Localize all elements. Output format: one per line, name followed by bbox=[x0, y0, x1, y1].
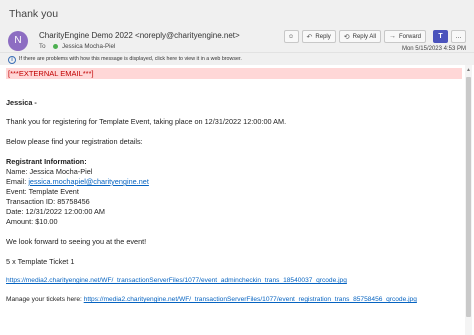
forward-button[interactable]: → Forward bbox=[383, 30, 426, 43]
window-title: Thank you bbox=[9, 8, 59, 20]
amount-line: Amount: $10.00 bbox=[6, 217, 58, 226]
presence-icon bbox=[53, 43, 59, 49]
info-bar[interactable]: i If there are problems with how this me… bbox=[0, 52, 474, 65]
transaction-line: Transaction ID: 85758456 bbox=[6, 197, 90, 206]
external-email-banner: [***EXTERNAL EMAIL***] bbox=[6, 68, 462, 79]
sender-avatar[interactable]: N bbox=[8, 31, 28, 51]
reply-label: Reply bbox=[315, 33, 331, 40]
registrant-email-link[interactable]: jessica.mochapiel@charityengine.net bbox=[28, 177, 149, 186]
checkin-qr-link[interactable]: https://media2.charityengine.net/WF/_tra… bbox=[6, 277, 347, 284]
scrollbar-thumb[interactable] bbox=[466, 77, 471, 317]
ticket-line: 5 x Template Ticket 1 bbox=[6, 257, 75, 266]
reply-all-icon: ⟲ bbox=[343, 33, 350, 41]
manage-tickets-link[interactable]: https://media2.charityengine.net/WF/_tra… bbox=[84, 296, 417, 303]
reply-all-label: Reply All bbox=[352, 33, 376, 40]
recipient-name[interactable]: Jessica Mocha-Piel bbox=[62, 43, 115, 50]
recipient-row: To Jessica Mocha-Piel bbox=[39, 43, 115, 50]
closing-text: We look forward to seeing you at the eve… bbox=[6, 237, 147, 246]
reply-all-button[interactable]: ⟲ Reply All bbox=[338, 30, 381, 43]
reply-icon: ↶ bbox=[306, 33, 313, 41]
title-bar: Thank you bbox=[0, 0, 474, 26]
emoji-button[interactable]: ☺ bbox=[283, 30, 299, 43]
details-intro: Below please find your registration deta… bbox=[6, 137, 143, 146]
manage-tickets-row: Manage your tickets here: https://media2… bbox=[6, 296, 417, 303]
forward-label: Forward bbox=[398, 33, 421, 40]
registrant-heading: Registrant Information: bbox=[6, 157, 87, 166]
teams-icon[interactable]: T bbox=[433, 30, 448, 43]
more-actions-button[interactable]: ... bbox=[451, 30, 466, 43]
checkin-link[interactable]: https://media2.charityengine.net/WF/_tra… bbox=[6, 277, 347, 284]
scroll-up-icon[interactable]: ▲ bbox=[465, 67, 472, 74]
sender-address[interactable]: CharityEngine Demo 2022 <noreply@charity… bbox=[39, 31, 240, 40]
info-message[interactable]: If there are problems with how this mess… bbox=[19, 56, 242, 62]
info-icon: i bbox=[8, 55, 16, 64]
registrant-name: Name: Jessica Mocha-Piel bbox=[6, 167, 93, 176]
forward-icon: → bbox=[388, 33, 396, 40]
message-body: [***EXTERNAL EMAIL***] ▲ Jessica - Thank… bbox=[0, 65, 474, 335]
intro-text: Thank you for registering for Template E… bbox=[6, 117, 287, 126]
message-toolbar: ☺ ↶ Reply ⟲ Reply All → Forward bbox=[283, 30, 426, 43]
manage-label: Manage your tickets here: bbox=[6, 296, 84, 303]
greeting: Jessica - bbox=[6, 98, 37, 107]
event-line: Event: Template Event bbox=[6, 187, 79, 196]
registrant-email-row: Email: jessica.mochapiel@charityengine.n… bbox=[6, 177, 149, 186]
email-window: Thank you N CharityEngine Demo 2022 <nor… bbox=[0, 0, 474, 335]
smiley-icon: ☺ bbox=[287, 33, 295, 40]
email-label: Email: bbox=[6, 177, 29, 186]
reply-button[interactable]: ↶ Reply bbox=[301, 30, 336, 43]
to-label: To bbox=[39, 43, 46, 50]
date-line: Date: 12/31/2022 12:00:00 AM bbox=[6, 207, 105, 216]
